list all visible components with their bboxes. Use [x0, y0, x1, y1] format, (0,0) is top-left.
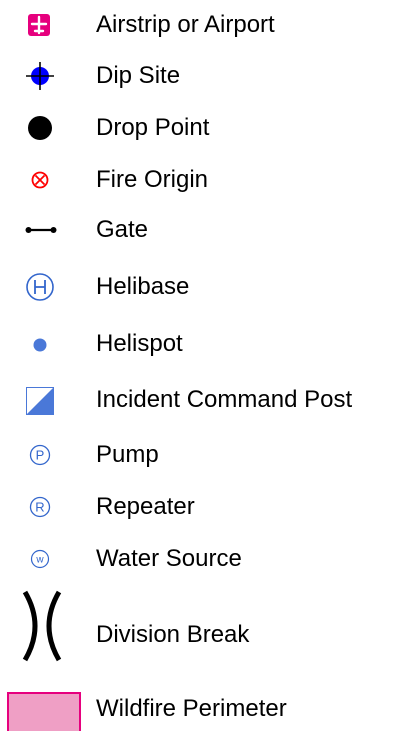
gate-icon [25, 227, 57, 233]
legend-label: Water Source [96, 545, 242, 572]
legend-label: Airstrip or Airport [96, 11, 275, 38]
pump-glyph: P [36, 448, 45, 463]
circled-r-icon: R [29, 496, 51, 518]
legend-item-airstrip: Airstrip or Airport [0, 5, 409, 45]
perimeter-swatch-icon [7, 692, 81, 731]
water-glyph: w [35, 555, 44, 566]
map-legend: Airstrip or Airport Dip Site Drop Point … [0, 0, 409, 731]
legend-item-pump: P Pump [0, 435, 409, 475]
legend-label: Incident Command Post [96, 386, 353, 413]
legend-item-water-source: w Water Source [0, 539, 409, 579]
legend-item-fire-origin: Fire Origin [0, 160, 409, 200]
legend-item-drop-point: Drop Point [0, 108, 409, 148]
legend-item-wildfire-perimeter: Wildfire Perimeter [0, 680, 409, 731]
legend-item-division-break: Division Break [0, 588, 409, 664]
repeater-glyph: R [35, 500, 44, 515]
legend-label: Division Break [96, 621, 250, 648]
legend-item-repeater: R Repeater [0, 487, 409, 527]
legend-item-gate: Gate [0, 210, 409, 250]
airplane-icon [28, 14, 50, 36]
small-dot-icon [33, 338, 47, 352]
legend-item-incident-command-post: Incident Command Post [0, 380, 409, 420]
legend-label: Fire Origin [96, 166, 209, 193]
legend-label: Wildfire Perimeter [96, 695, 287, 722]
half-filled-square-icon [26, 387, 54, 415]
legend-item-dip-site: Dip Site [0, 56, 409, 96]
division-break-icon [22, 590, 62, 662]
legend-label: Repeater [96, 493, 195, 520]
legend-label: Helibase [96, 273, 190, 300]
legend-item-helispot: Helispot [0, 324, 409, 364]
circled-w-icon: w [30, 549, 50, 569]
legend-label: Dip Site [96, 62, 181, 89]
legend-label: Gate [96, 216, 149, 243]
legend-label: Pump [96, 441, 159, 468]
circled-x-icon [31, 171, 49, 189]
circled-p-icon: P [29, 444, 51, 466]
circled-h-icon [26, 273, 54, 301]
legend-item-helibase: Helibase [0, 267, 409, 307]
legend-label: Drop Point [96, 114, 210, 141]
filled-circle-icon [28, 116, 52, 140]
dip-site-crosshair-icon [26, 62, 54, 90]
legend-label: Helispot [96, 330, 183, 357]
